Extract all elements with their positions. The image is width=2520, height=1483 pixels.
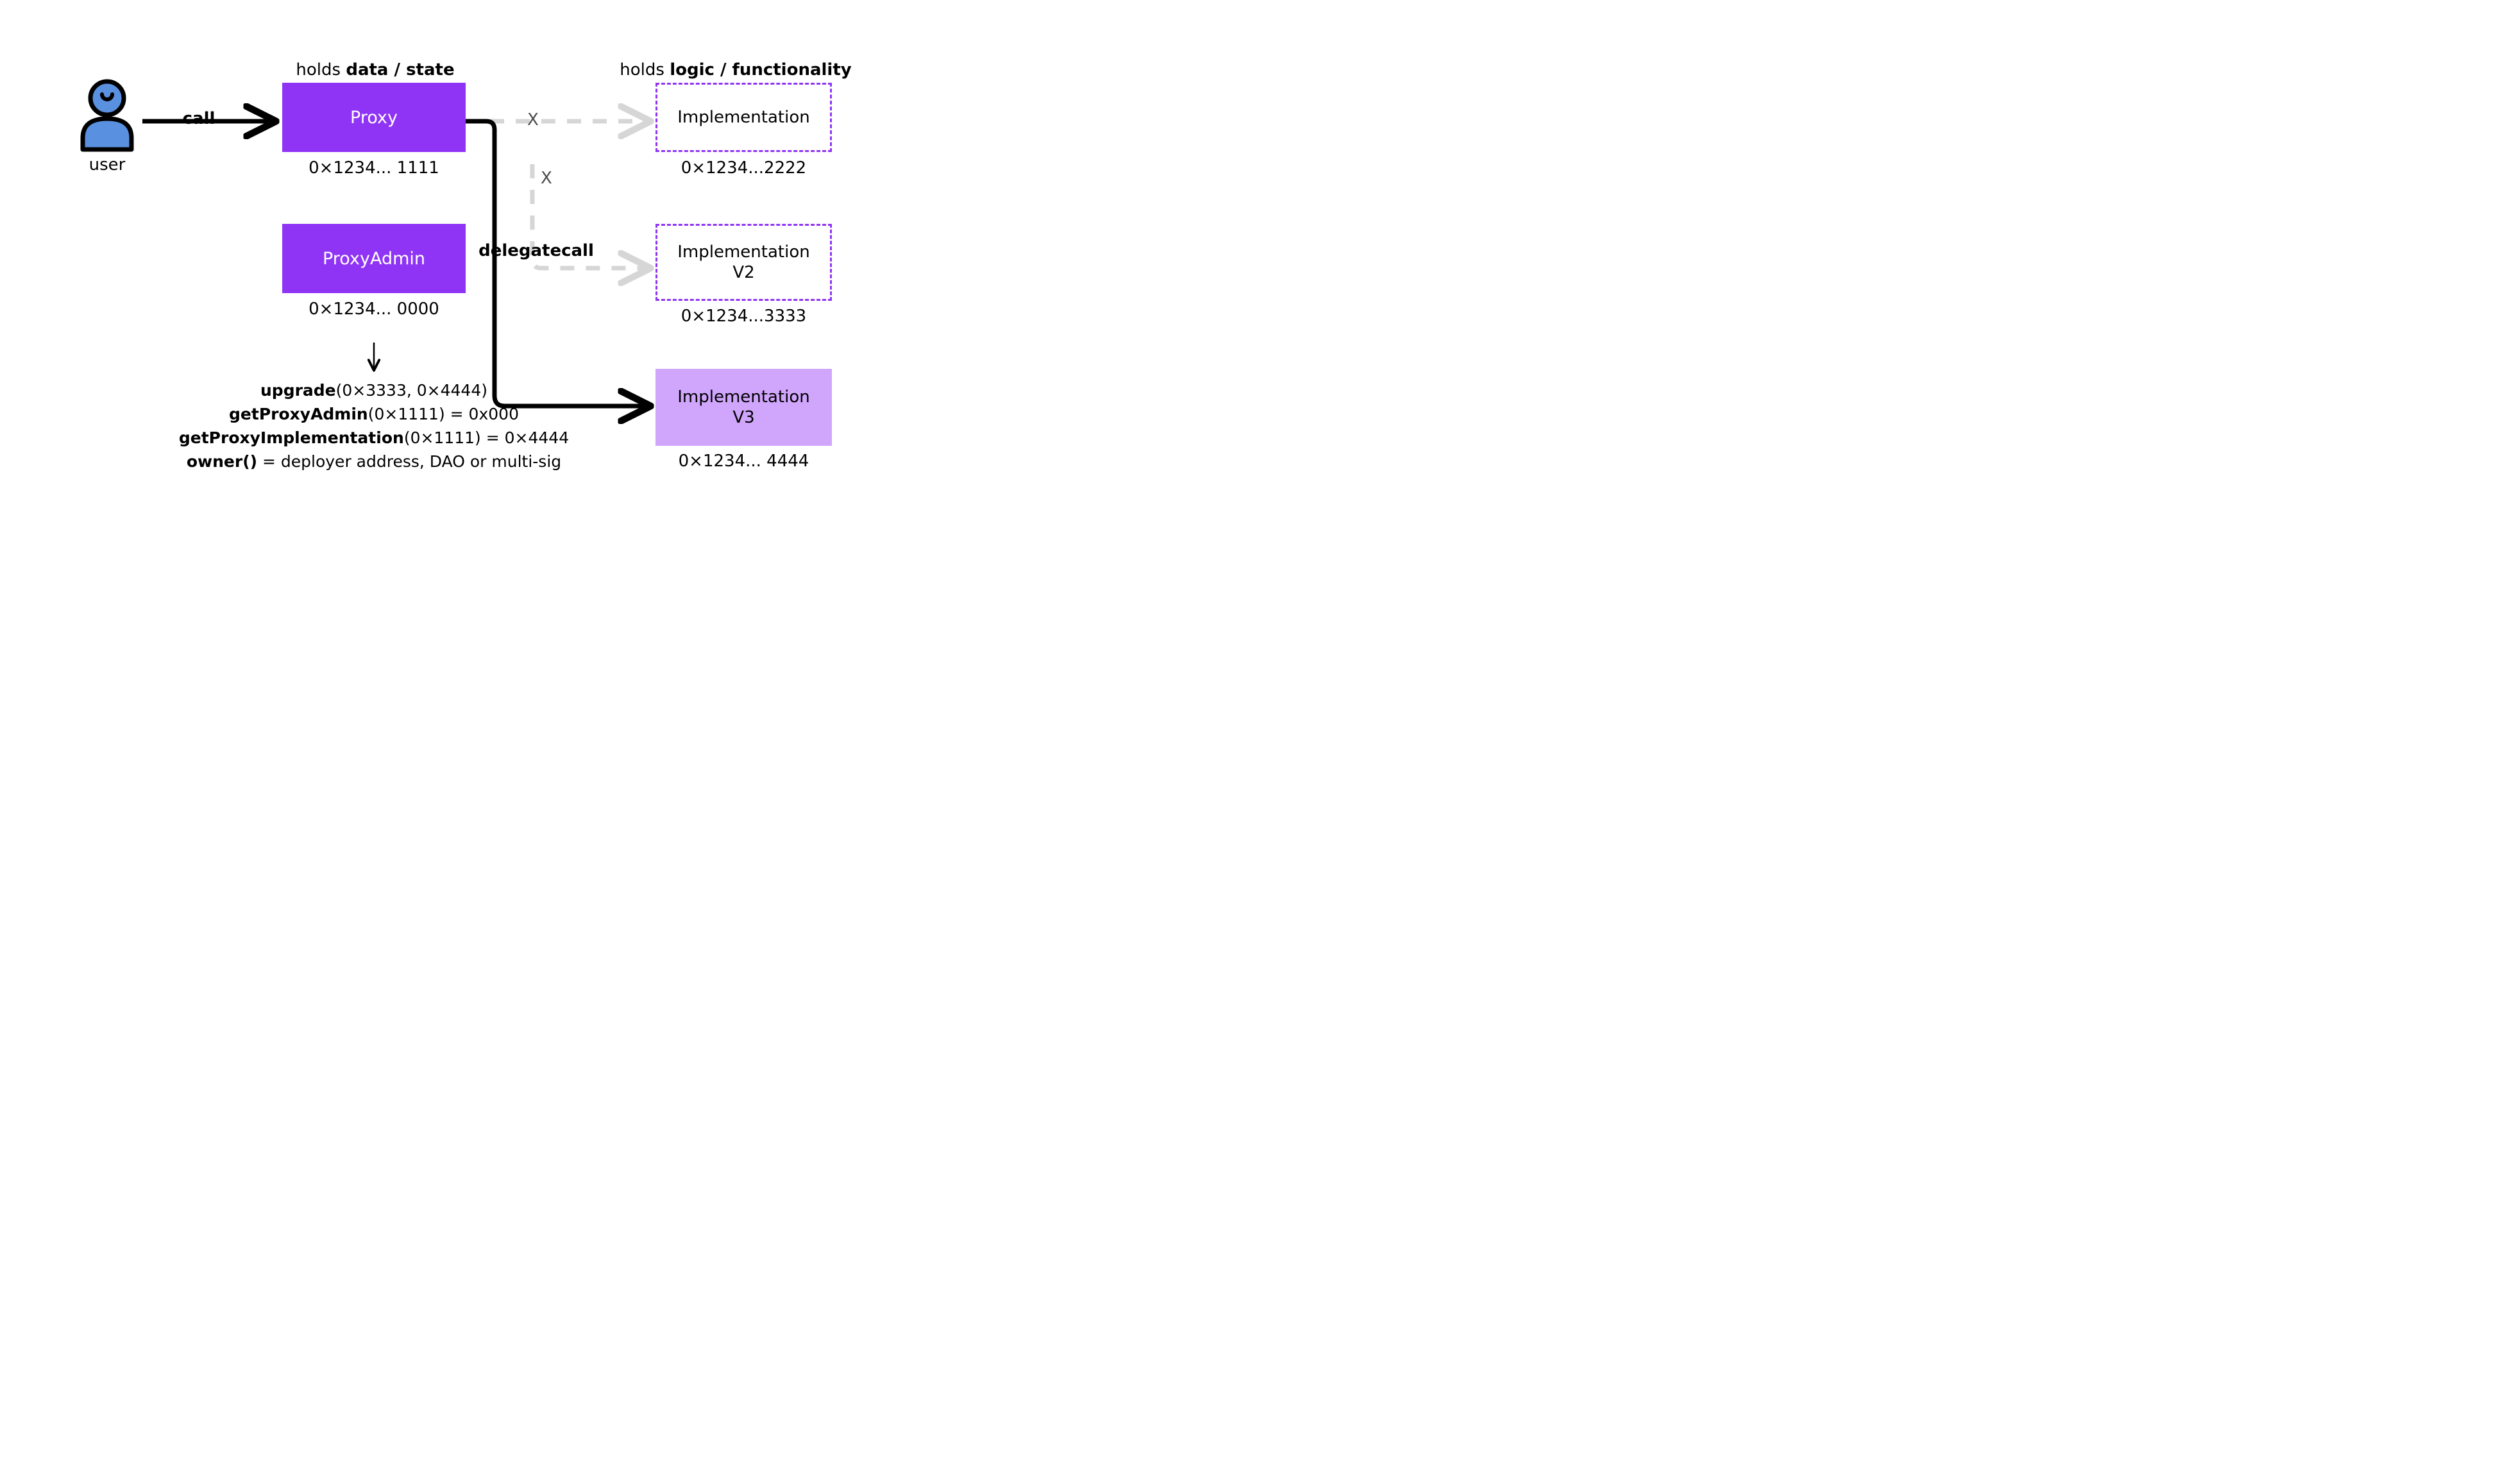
proxy-box: Proxy [282,83,466,152]
x-marker-1: X [527,110,539,130]
impl2-box: ImplementationV2 [655,224,832,301]
x-marker-2: X [541,169,552,188]
impl2-address: 0×1234...3333 [655,307,832,326]
call-owner: owner() = deployer address, DAO or multi… [172,452,576,471]
impl1-address: 0×1234...2222 [655,158,832,178]
call-getproxyimpl: getProxyImplementation(0×1111) = 0×4444 [172,428,576,447]
impl3-box: ImplementationV3 [655,369,832,446]
call-getproxyadmin: getProxyAdmin(0×1111) = 0x000 [172,405,576,423]
proxy-admin-box: ProxyAdmin [282,224,466,293]
delegatecall-label: delegatecall [472,241,600,260]
header-data-state: holds data / state [282,60,468,80]
proxy-admin-address: 0×1234... 0000 [282,300,466,319]
header-logic: holds logic / functionality [613,60,858,80]
admin-calls-block: upgrade(0×3333, 0×4444) getProxyAdmin(0×… [172,381,576,471]
arrow-proxy-impl3 [464,121,648,406]
proxy-pattern-diagram: user call holds data / state holds logic… [0,0,943,555]
impl3-address: 0×1234... 4444 [655,452,832,471]
call-label: call [180,109,218,128]
proxy-address: 0×1234... 1111 [282,158,466,178]
impl1-box: Implementation [655,83,832,152]
call-upgrade: upgrade(0×3333, 0×4444) [172,381,576,400]
user-label: user [75,155,139,174]
